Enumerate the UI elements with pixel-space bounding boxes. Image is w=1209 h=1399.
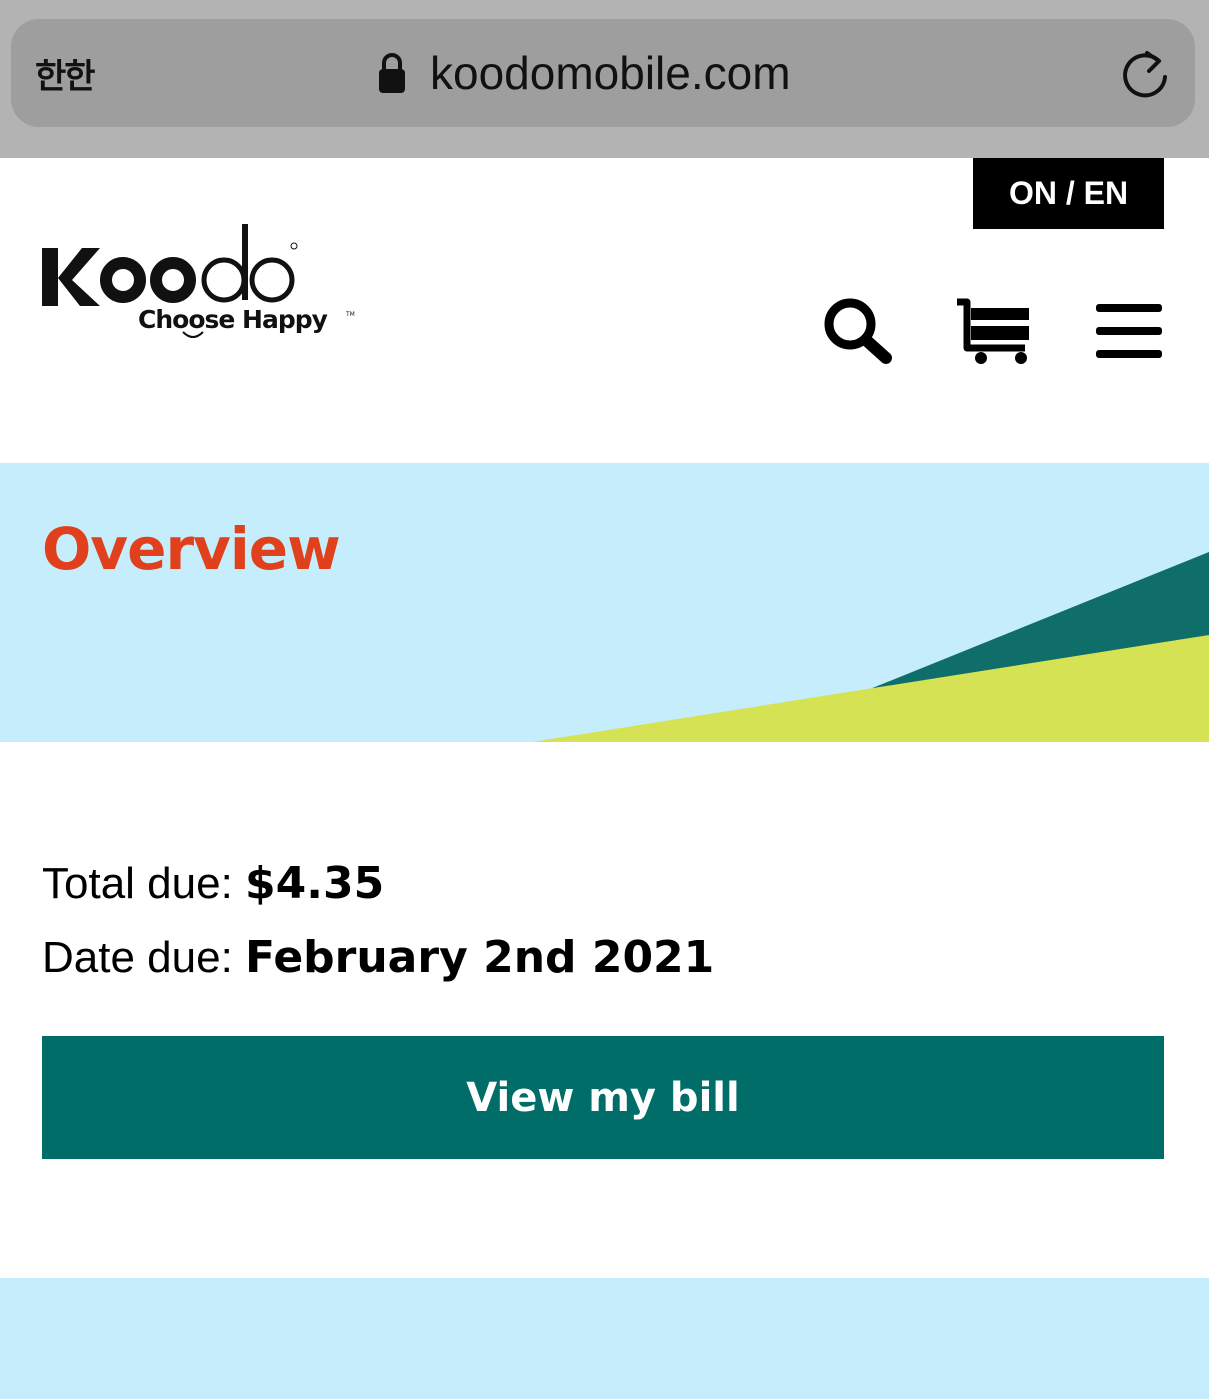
reload-icon[interactable] <box>1119 49 1171 101</box>
koodo-logo[interactable]: Choose Happy TM <box>40 222 360 347</box>
url-field[interactable]: 한한 koodomobile.com <box>11 19 1195 127</box>
total-due-row: Total due: $4.35 <box>42 858 384 909</box>
search-icon[interactable] <box>822 296 894 368</box>
language-region-button[interactable]: ON / EN <box>973 158 1164 229</box>
date-due-row: Date due: February 2nd 2021 <box>42 932 714 983</box>
lock-icon <box>379 53 405 93</box>
reader-mode-button[interactable]: 한한 <box>35 49 96 98</box>
page-title: Overview <box>42 515 341 583</box>
menu-icon[interactable] <box>1094 302 1164 360</box>
svg-text:TM: TM <box>345 311 355 318</box>
url-display[interactable]: koodomobile.com <box>378 45 791 101</box>
logo-tagline: Choose Happy <box>138 305 328 334</box>
total-due-label: Total due: <box>42 859 233 908</box>
url-text: koodomobile.com <box>430 47 791 99</box>
hero-decoration <box>532 552 1209 742</box>
next-section-band <box>0 1278 1209 1399</box>
total-due-value: $4.35 <box>245 858 385 909</box>
overview-hero: Overview <box>0 463 1209 742</box>
view-my-bill-button[interactable]: View my bill <box>42 1036 1164 1159</box>
date-due-label: Date due: <box>42 933 233 982</box>
cart-icon[interactable] <box>955 296 1033 366</box>
browser-address-bar: 한한 koodomobile.com <box>0 0 1209 158</box>
date-due-value: February 2nd 2021 <box>245 932 715 983</box>
